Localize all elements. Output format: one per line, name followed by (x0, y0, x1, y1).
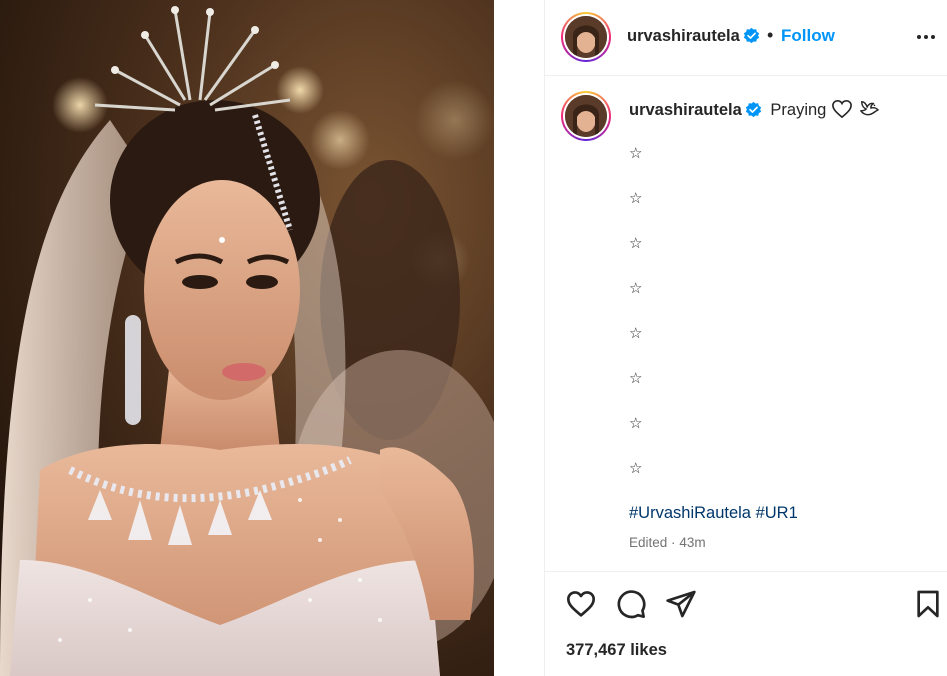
heart-outline-icon (567, 591, 595, 617)
post-image[interactable] (0, 0, 494, 676)
post-details-panel: urvashirautela • Follow urvashirautela P… (544, 0, 947, 676)
hashtag-link[interactable]: #UrvashiRautela (629, 504, 751, 522)
caption-author-username[interactable]: urvashirautela (629, 101, 742, 119)
caption-author-avatar[interactable] (561, 91, 611, 141)
star-line: ☆ (629, 460, 643, 477)
edited-label: Edited (629, 535, 668, 550)
author-username[interactable]: urvashirautela (627, 27, 740, 45)
like-button[interactable] (565, 588, 597, 620)
bookmark-outline-icon (917, 590, 939, 618)
author-avatar[interactable] (561, 12, 611, 62)
dove-icon (859, 101, 879, 116)
time-separator: · (671, 535, 676, 550)
more-options-button[interactable] (912, 26, 940, 48)
comment-button[interactable] (615, 588, 647, 620)
profile-avatar-icon (565, 95, 607, 137)
star-line: ☆ (629, 370, 643, 387)
star-line: ☆ (629, 190, 643, 207)
header-separator: • (767, 25, 774, 45)
verified-badge-icon (745, 101, 761, 118)
caption-text: Praying (770, 101, 827, 119)
post-header: urvashirautela • Follow (545, 0, 947, 76)
star-line: ☆ (629, 235, 643, 252)
verified-badge-icon (743, 27, 759, 44)
share-button[interactable] (665, 588, 697, 620)
likes-count[interactable]: 377,467 likes (566, 641, 667, 660)
edited-timestamp: Edited · 43m (629, 535, 706, 550)
caption-star-lines: ☆ ☆ ☆ ☆ ☆ ☆ ☆ ☆ (629, 145, 642, 505)
save-button[interactable] (912, 588, 944, 620)
send-paper-plane-icon (666, 590, 696, 618)
profile-avatar-icon (565, 16, 607, 58)
caption-section: urvashirautela Praying ☆ ☆ ☆ ☆ ☆ ☆ ☆ ☆ #… (545, 77, 947, 569)
star-line: ☆ (629, 325, 643, 342)
action-bar (545, 571, 947, 633)
time-ago[interactable]: 43m (679, 535, 705, 550)
more-dots-icon (917, 35, 921, 39)
hashtag-link[interactable]: #UR1 (756, 504, 798, 522)
hashtags: #UrvashiRautela #UR1 (629, 504, 798, 523)
star-line: ☆ (629, 415, 643, 432)
star-line: ☆ (629, 280, 643, 297)
comment-bubble-icon (617, 590, 646, 619)
bride-photo-illustration (0, 0, 494, 676)
star-line: ☆ (629, 145, 643, 162)
follow-button[interactable]: Follow (781, 26, 835, 46)
white-heart-icon (832, 99, 852, 119)
caption-line: urvashirautela Praying (629, 99, 880, 120)
